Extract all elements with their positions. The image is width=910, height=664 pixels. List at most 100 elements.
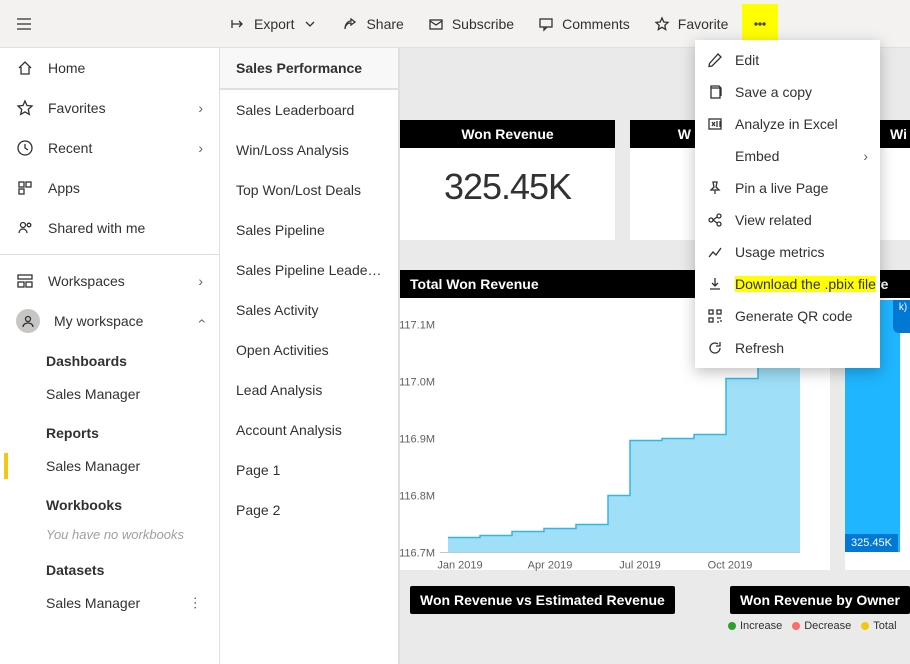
favorite-label: Favorite — [678, 16, 729, 32]
pin-icon — [707, 180, 723, 196]
share-icon — [342, 16, 358, 32]
menu-icon — [15, 15, 33, 33]
avatar-icon — [16, 309, 40, 333]
svg-text:Oct 2019: Oct 2019 — [708, 560, 753, 572]
tile-title: Won Revenue by Owner — [730, 586, 910, 614]
nav-my-workspace[interactable]: My workspace › — [0, 301, 219, 341]
page-tab[interactable]: Win/Loss Analysis — [220, 130, 398, 170]
page-tab[interactable]: Sales Leaderboard — [220, 90, 398, 130]
chart-badge: 325.45K — [845, 534, 898, 552]
page-tab[interactable]: Top Won/Lost Deals — [220, 170, 398, 210]
chevron-down-icon — [302, 16, 318, 32]
favorite-button[interactable]: Favorite — [644, 4, 739, 44]
toolbar-actions: Export Share Subscribe Comments Favorite — [220, 4, 778, 44]
page-tab[interactable]: Sales Pipeline Leaderbo... — [220, 250, 398, 290]
nav-shared[interactable]: Shared with me — [0, 208, 219, 248]
subscribe-button[interactable]: Subscribe — [418, 4, 524, 44]
hamburger-button[interactable] — [0, 0, 48, 48]
page-tab[interactable]: Page 2 — [220, 490, 398, 530]
home-icon — [16, 59, 34, 77]
comments-button[interactable]: Comments — [528, 4, 640, 44]
nav-apps-label: Apps — [48, 180, 80, 196]
excel-icon — [707, 116, 723, 132]
apps-icon — [16, 179, 34, 197]
tile-title: Won Revenue — [400, 120, 615, 148]
export-button[interactable]: Export — [220, 4, 328, 44]
menu-analyze-excel[interactable]: Analyze in Excel — [695, 108, 880, 140]
star-icon — [16, 99, 34, 117]
menu-refresh[interactable]: Refresh — [695, 332, 880, 364]
dataset-sales-manager[interactable]: Sales Manager ⋯ — [0, 584, 219, 622]
page-tab[interactable]: Open Activities — [220, 330, 398, 370]
tile-peek: W — [630, 120, 695, 240]
page-tab[interactable]: Sales Pipeline — [220, 210, 398, 250]
menu-pin[interactable]: Pin a live Page — [695, 172, 880, 204]
subscribe-label: Subscribe — [452, 16, 514, 32]
comment-icon — [538, 16, 554, 32]
chevron-up-icon: › — [193, 319, 209, 324]
menu-view-related[interactable]: View related — [695, 204, 880, 236]
nav-home[interactable]: Home — [0, 48, 219, 88]
related-icon — [707, 212, 723, 228]
copy-icon — [707, 84, 723, 100]
tile-title: Won Revenue vs Estimated Revenue — [410, 586, 675, 614]
ellipsis-icon[interactable]: ⋯ — [187, 596, 204, 611]
page-tab[interactable]: Account Analysis — [220, 410, 398, 450]
pencil-icon — [707, 52, 723, 68]
nav-recent-label: Recent — [48, 140, 92, 156]
ellipsis-icon — [752, 16, 768, 32]
page-tab[interactable]: Lead Analysis — [220, 370, 398, 410]
star-icon — [654, 16, 670, 32]
svg-text:116.9M: 116.9M — [400, 434, 435, 446]
people-icon — [16, 219, 34, 237]
kpi-value: 325.45K — [400, 148, 615, 232]
nav-recent[interactable]: Recent › — [0, 128, 219, 168]
tile-peek: Wi — [880, 120, 910, 240]
section-dashboards: Dashboards — [0, 341, 219, 375]
nav-favorites[interactable]: Favorites › — [0, 88, 219, 128]
more-menu: Edit Save a copy Analyze in Excel Embed … — [695, 40, 880, 368]
page-panel-header: Sales Performance — [220, 48, 398, 90]
menu-usage-metrics[interactable]: Usage metrics — [695, 236, 880, 268]
chevron-right-icon: › — [198, 273, 203, 289]
left-nav: Home Favorites › Recent › Apps Shared wi… — [0, 48, 220, 664]
dashboard-sales-manager[interactable]: Sales Manager — [0, 375, 219, 413]
comments-label: Comments — [562, 16, 630, 32]
menu-edit[interactable]: Edit — [695, 44, 880, 76]
report-sales-manager[interactable]: Sales Manager — [0, 447, 219, 485]
svg-text:Apr 2019: Apr 2019 — [528, 560, 573, 572]
section-datasets: Datasets — [0, 550, 219, 584]
menu-save-copy[interactable]: Save a copy — [695, 76, 880, 108]
workspace-icon — [16, 272, 34, 290]
nav-workspaces[interactable]: Workspaces › — [0, 261, 219, 301]
svg-text:117.1M: 117.1M — [400, 320, 435, 332]
menu-download-pbix[interactable]: Download the .pbix file — [695, 268, 880, 300]
mail-icon — [428, 16, 444, 32]
share-label: Share — [366, 16, 403, 32]
nav-favorites-label: Favorites — [48, 100, 106, 116]
page-tab[interactable]: Page 1 — [220, 450, 398, 490]
svg-text:116.8M: 116.8M — [400, 491, 435, 503]
section-workbooks: Workbooks — [0, 485, 219, 519]
nav-apps[interactable]: Apps — [0, 168, 219, 208]
chevron-right-icon: › — [863, 148, 868, 164]
svg-text:Jan 2019: Jan 2019 — [437, 560, 482, 572]
refresh-icon — [707, 340, 723, 356]
section-reports: Reports — [0, 413, 219, 447]
export-icon — [230, 16, 246, 32]
chevron-right-icon: › — [198, 100, 203, 116]
tile-won-revenue[interactable]: Won Revenue 325.45K — [400, 120, 615, 240]
qr-icon — [707, 308, 723, 324]
svg-text:116.7M: 116.7M — [400, 548, 435, 560]
page-tab[interactable]: Sales Activity — [220, 290, 398, 330]
chevron-right-icon: › — [198, 140, 203, 156]
page-tabs-panel: Sales Performance Sales Leaderboard Win/… — [220, 48, 400, 664]
more-button[interactable] — [742, 4, 778, 44]
svg-text:Jul 2019: Jul 2019 — [619, 560, 661, 572]
nav-shared-label: Shared with me — [48, 220, 145, 236]
menu-qr-code[interactable]: Generate QR code — [695, 300, 880, 332]
svg-text:117.0M: 117.0M — [400, 377, 435, 389]
menu-embed[interactable]: Embed › — [695, 140, 880, 172]
share-button[interactable]: Share — [332, 4, 413, 44]
nav-workspaces-label: Workspaces — [48, 273, 125, 289]
